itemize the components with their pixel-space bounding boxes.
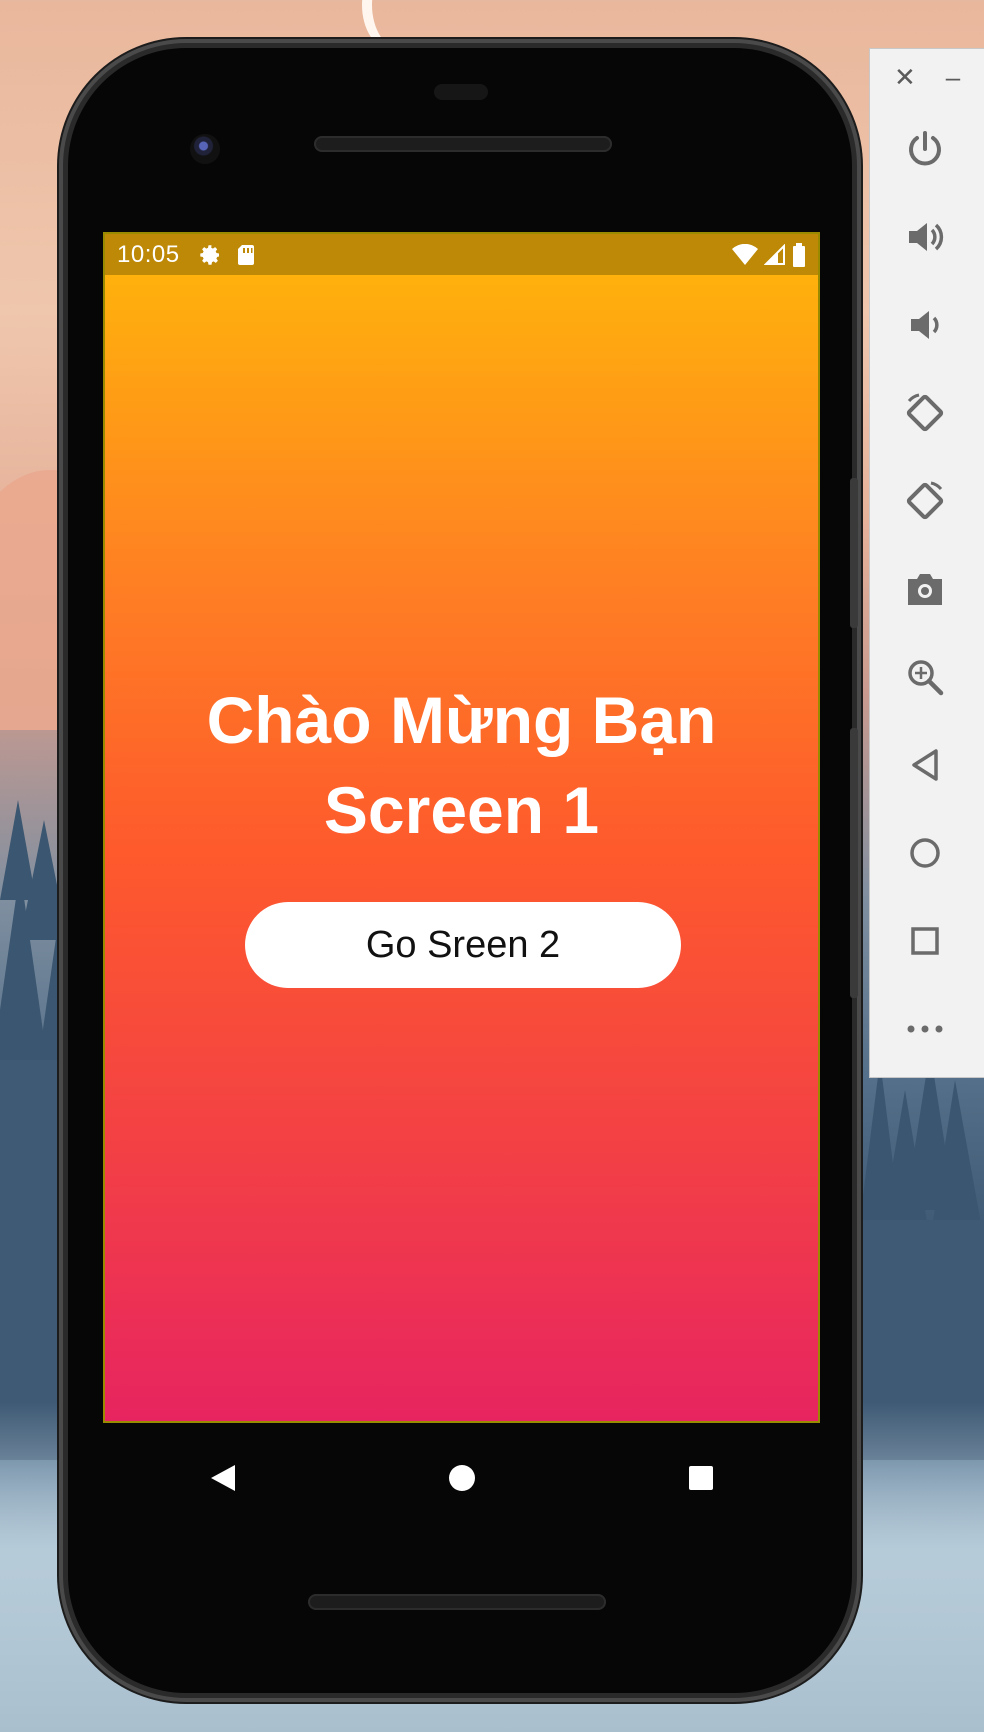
rotate-right-button[interactable]: [870, 457, 980, 545]
go-screen-2-button[interactable]: Go Sreen 2: [245, 902, 681, 988]
minimize-icon[interactable]: –: [946, 62, 960, 93]
zoom-icon: [908, 660, 944, 696]
wifi-icon: [732, 243, 758, 265]
phone-volume-button: [850, 728, 858, 998]
toolbar-window-controls: ✕ –: [870, 49, 984, 105]
phone-side-button: [850, 478, 858, 628]
rotate-left-icon: [906, 393, 944, 432]
volume-up-icon: [909, 223, 944, 251]
home-icon: [448, 1465, 475, 1491]
phone-frame: 10:05 Chào Mừng Bạn Screen 1 Go Sreen 2: [68, 48, 858, 1693]
settings-icon: [198, 243, 222, 267]
status-bar: 10:05: [105, 234, 818, 275]
close-icon[interactable]: ✕: [894, 62, 916, 93]
recents-icon: [688, 1466, 713, 1490]
volume-up-button[interactable]: [870, 193, 980, 281]
overview-icon: [911, 927, 939, 955]
title-line-1: Chào Mừng Bạn: [206, 683, 717, 757]
toolbar-back-button[interactable]: [870, 721, 980, 809]
signal-icon: [764, 243, 785, 265]
rotate-right-icon: [906, 481, 944, 520]
title-line-2: Screen 1: [323, 773, 600, 847]
status-right-icons: [732, 242, 806, 267]
nav-home-button[interactable]: [432, 1448, 492, 1508]
front-camera: [190, 134, 220, 164]
rotate-left-button[interactable]: [870, 369, 980, 457]
power-icon: [909, 131, 941, 166]
toolbar-overview-button[interactable]: [870, 897, 980, 985]
nav-back-button[interactable]: [193, 1448, 253, 1508]
sd-card-icon: [236, 243, 256, 267]
screenshot-button[interactable]: [870, 545, 980, 633]
volume-down-button[interactable]: [870, 281, 980, 369]
top-speaker: [314, 136, 612, 152]
moon-shape: [372, 0, 432, 50]
emulator-toolbar: ✕ –: [869, 48, 984, 1078]
power-button[interactable]: [870, 105, 980, 193]
phone-screen: 10:05 Chào Mừng Bạn Screen 1 Go Sreen 2: [103, 232, 820, 1423]
status-time: 10:05: [117, 240, 180, 268]
back-icon: [210, 1465, 235, 1491]
proximity-sensor: [434, 84, 488, 100]
battery-icon: [793, 242, 805, 267]
more-icon: [907, 1025, 943, 1033]
toolbar-home-button[interactable]: [870, 809, 980, 897]
bottom-speaker: [308, 1594, 606, 1610]
app-content: Chào Mừng Bạn Screen 1 Go Sreen 2: [105, 275, 818, 1421]
welcome-title: Chào Mừng Bạn Screen 1: [105, 675, 818, 855]
back-icon: [912, 749, 938, 781]
camera-icon: [908, 574, 942, 605]
home-icon: [910, 838, 940, 868]
toolbar-more-button[interactable]: [870, 985, 980, 1073]
nav-recents-button[interactable]: [671, 1448, 731, 1508]
volume-down-icon: [911, 311, 939, 339]
android-nav-bar: [103, 1438, 820, 1518]
zoom-button[interactable]: [870, 633, 980, 721]
